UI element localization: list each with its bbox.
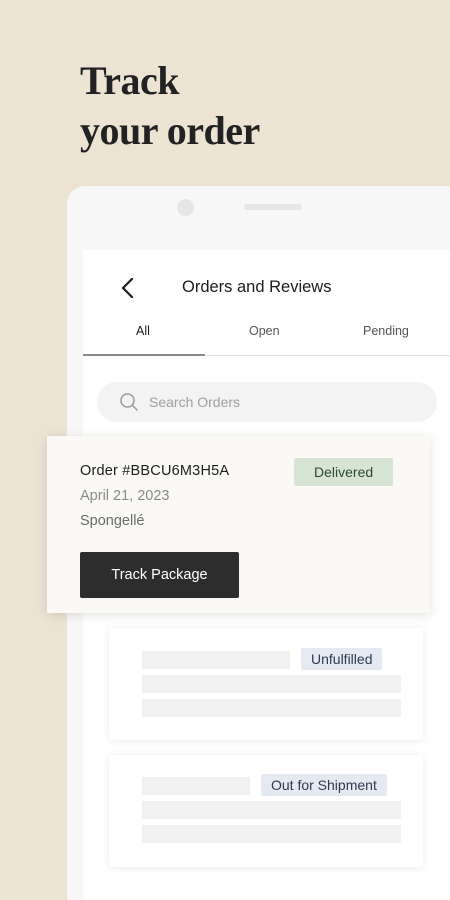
placeholder-line [142, 801, 401, 819]
tab-open[interactable]: Open [249, 324, 280, 338]
status-badge: Unfulfilled [301, 648, 383, 670]
order-store: Spongellé [80, 513, 145, 529]
placeholder-line [142, 651, 290, 669]
tab-all[interactable]: All [136, 324, 150, 338]
hero-title-line-1: Track [80, 58, 179, 103]
chevron-left-icon[interactable] [117, 276, 139, 300]
order-card-out-for-shipment[interactable]: Out for Shipment [109, 755, 423, 867]
page-title: Orders and Reviews [182, 278, 332, 296]
order-date: April 21, 2023 [80, 488, 170, 504]
search-icon [119, 392, 139, 412]
placeholder-line [142, 699, 401, 717]
hero-title: Track your order [80, 56, 260, 156]
active-tab-indicator [83, 354, 205, 356]
order-tabs: All Open Pending [83, 320, 450, 356]
phone-speaker [244, 204, 302, 210]
placeholder-line [142, 825, 401, 843]
search-bar[interactable] [97, 382, 437, 422]
placeholder-line [142, 675, 401, 693]
tab-pending[interactable]: Pending [363, 324, 409, 338]
status-badge: Out for Shipment [261, 774, 387, 796]
order-card-delivered[interactable]: Order #BBCU6M3H5A Delivered April 21, 20… [47, 436, 430, 613]
order-number: Order #BBCU6M3H5A [80, 463, 230, 479]
hero-title-line-2: your order [80, 108, 260, 153]
track-package-button[interactable]: Track Package [80, 552, 239, 598]
placeholder-line [142, 777, 250, 795]
order-card-unfulfilled[interactable]: Unfulfilled [109, 628, 423, 740]
phone-camera [177, 199, 194, 216]
search-input[interactable] [149, 382, 419, 422]
status-badge-delivered: Delivered [294, 458, 394, 486]
